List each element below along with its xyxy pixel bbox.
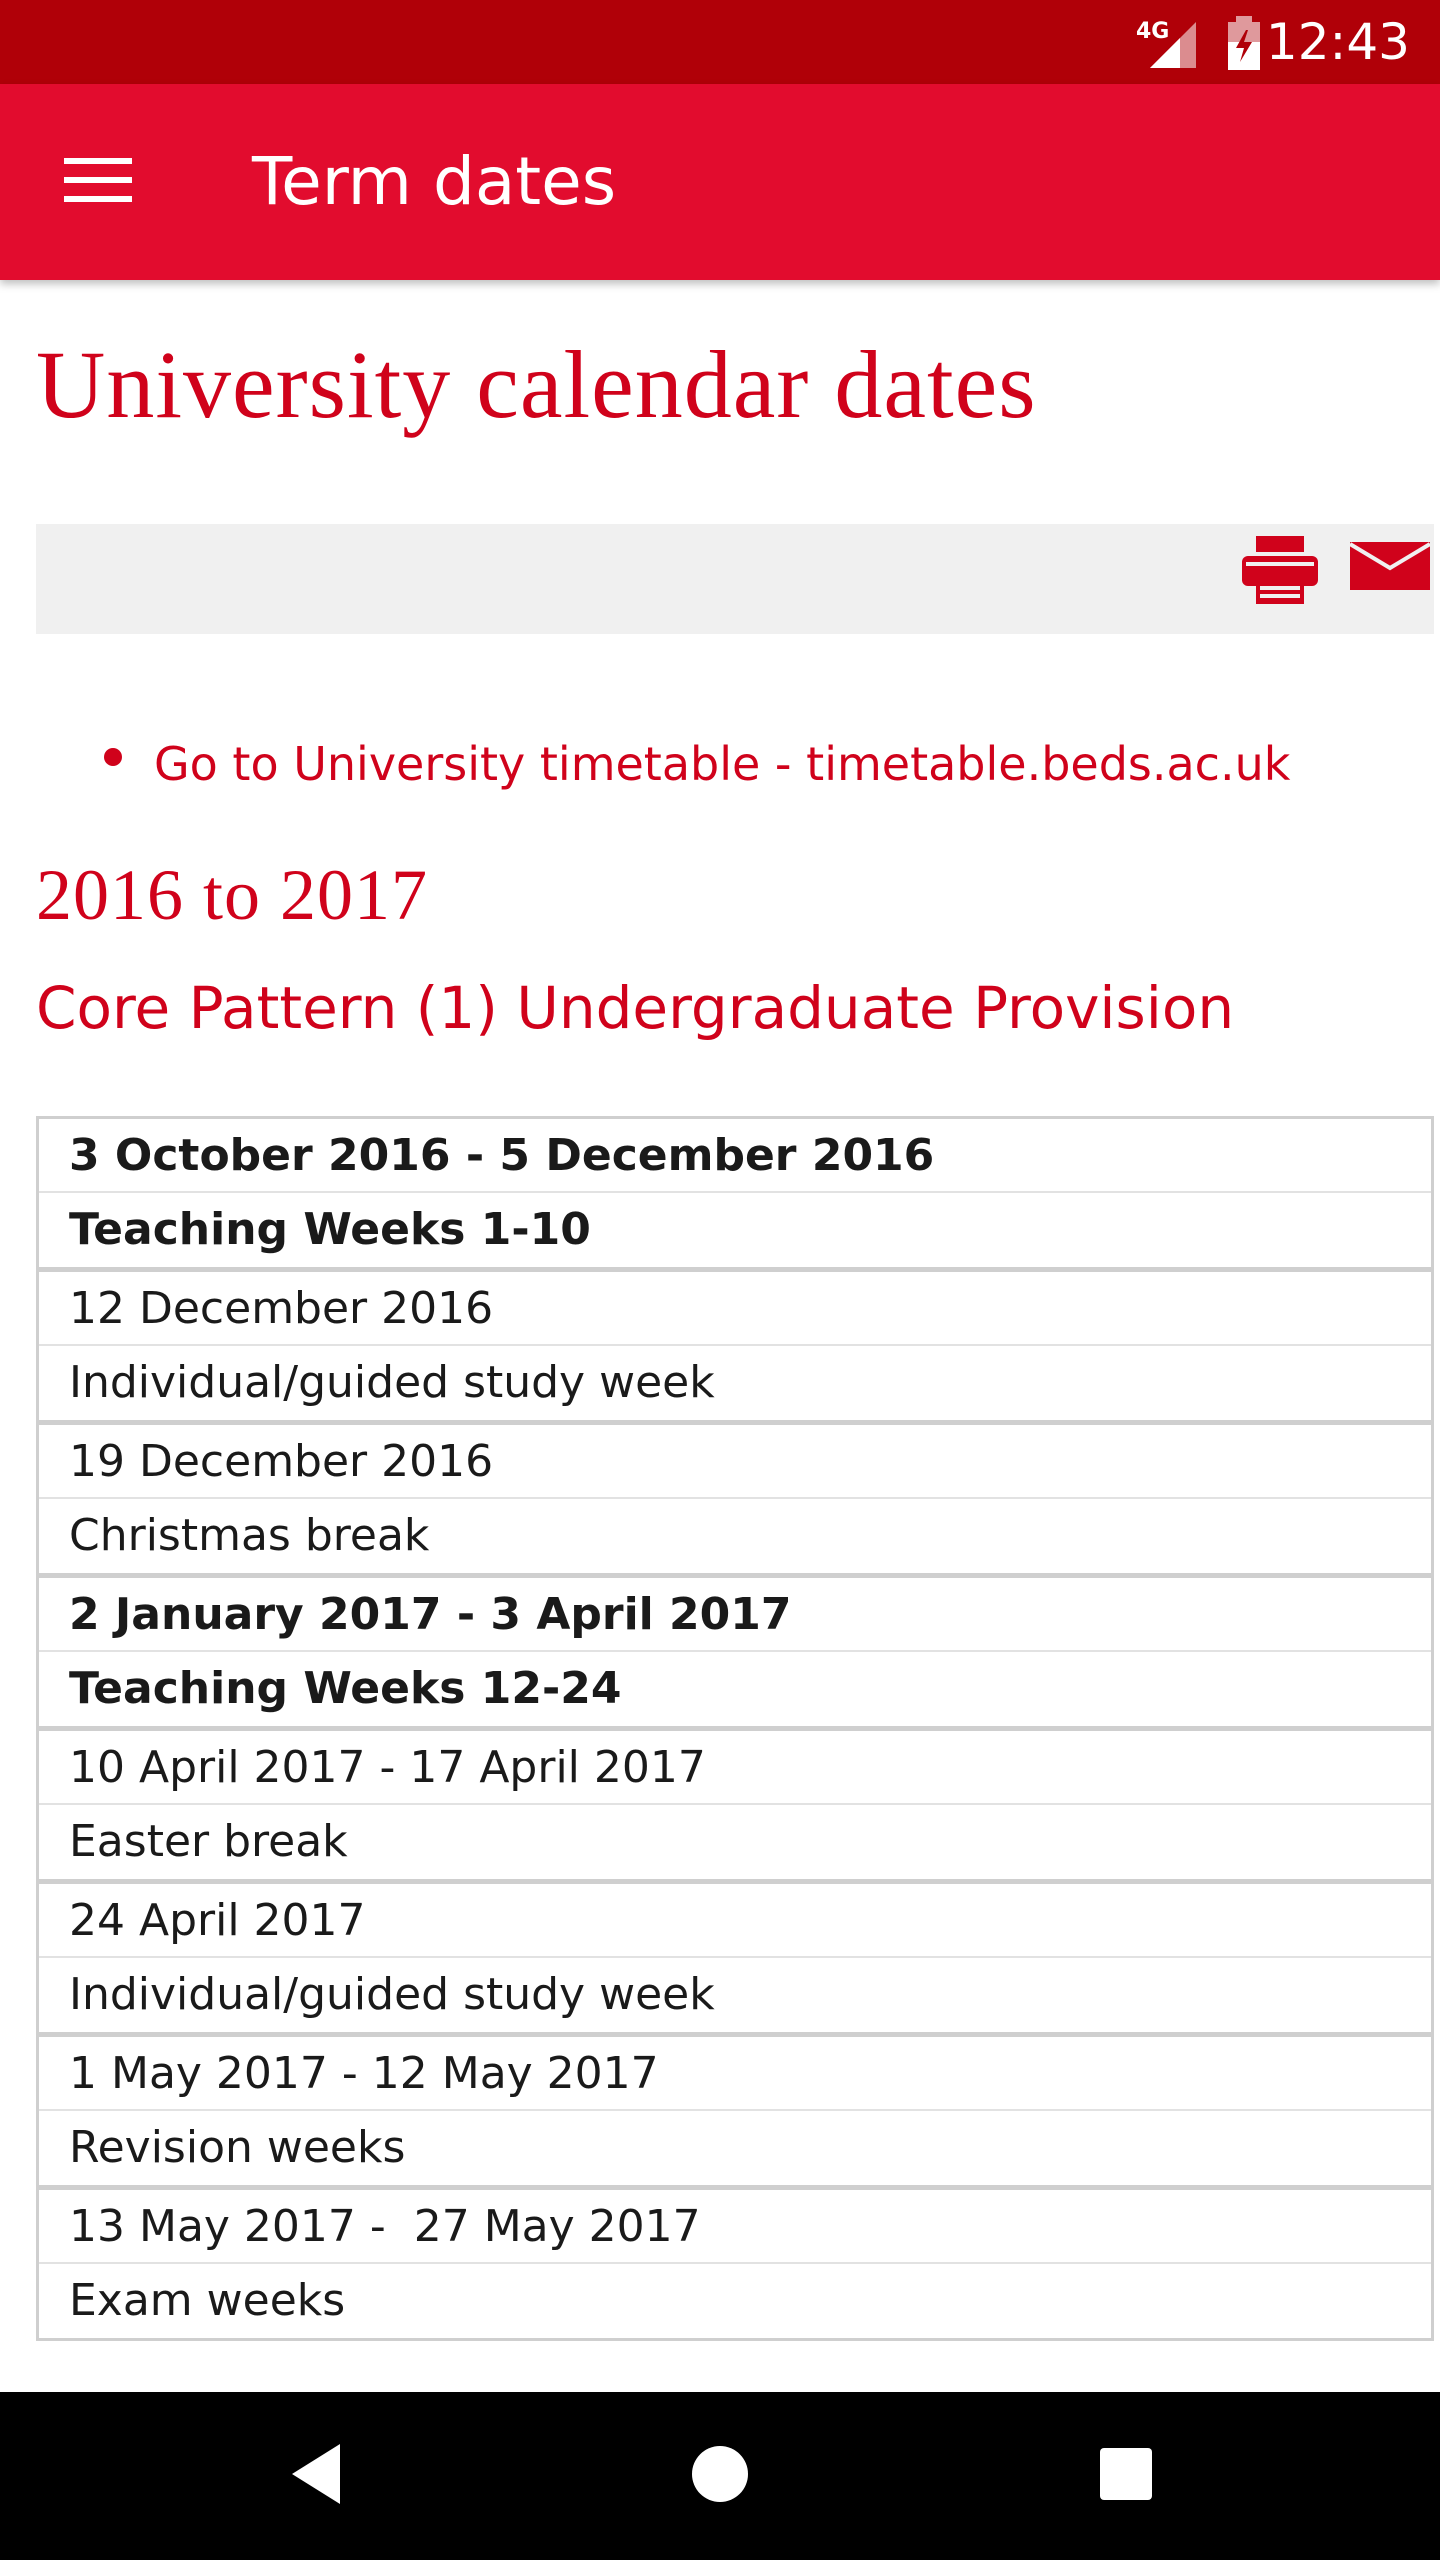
hamburger-menu-icon xyxy=(64,156,132,209)
year-heading: 2016 to 2017 xyxy=(36,855,429,935)
table-cell-description: Christmas break xyxy=(69,1510,430,1561)
home-button[interactable] xyxy=(600,2392,840,2560)
table-row: 2 January 2017 - 3 April 2017 Teaching We… xyxy=(39,1573,1431,1726)
table-cell-date: 12 December 2016 xyxy=(39,1272,1431,1346)
timetable-link[interactable]: Go to University timetable - timetable.b… xyxy=(154,734,1290,794)
section-heading: Core Pattern (1) Undergraduate Provision xyxy=(36,974,1235,1042)
share-toolbar xyxy=(36,524,1434,634)
table-cell-description: Easter break xyxy=(69,1816,348,1867)
table-row: 12 December 2016 Individual/guided study … xyxy=(39,1267,1431,1420)
table-cell-description: Teaching Weeks 1-10 xyxy=(69,1204,591,1255)
table-cell-description: Exam weeks xyxy=(69,2275,346,2326)
cellular-signal-icon: 4G xyxy=(1134,16,1200,77)
menu-button[interactable] xyxy=(40,138,156,226)
app-bar-title: Term dates xyxy=(252,143,617,220)
table-row: 3 October 2016 - 5 December 2016 Teaching… xyxy=(39,1119,1431,1267)
app-bar: Term dates xyxy=(0,84,1440,280)
table-cell-date: 10 April 2017 - 17 April 2017 xyxy=(39,1731,1431,1805)
table-row: 13 May 2017 - 27 May 2017 Exam weeks xyxy=(39,2185,1431,2338)
table-cell-date: 13 May 2017 - 27 May 2017 xyxy=(39,2190,1431,2264)
printer-icon[interactable] xyxy=(1240,532,1320,613)
page-content[interactable]: University calendar dates Go to Universi… xyxy=(0,280,1440,2390)
bullet-icon xyxy=(104,748,122,766)
status-time: 12:43 xyxy=(1265,13,1410,71)
recents-button[interactable] xyxy=(1006,2392,1246,2560)
table-cell-date: 24 April 2017 xyxy=(39,1884,1431,1958)
table-cell-description: Revision weeks xyxy=(69,2122,406,2173)
table-cell-date: 19 December 2016 xyxy=(39,1425,1431,1499)
table-cell-description: Individual/guided study week xyxy=(69,1969,715,2020)
table-row: 10 April 2017 - 17 April 2017 Easter brea… xyxy=(39,1726,1431,1879)
system-nav-bar xyxy=(0,2392,1440,2560)
network-type-label: 4G xyxy=(1136,19,1169,44)
table-cell-description: Individual/guided study week xyxy=(69,1357,715,1408)
back-triangle-icon xyxy=(288,2442,344,2511)
table-row: 19 December 2016 Christmas break xyxy=(39,1420,1431,1573)
battery-icon xyxy=(1226,16,1262,77)
table-cell-date: 1 May 2017 - 12 May 2017 xyxy=(39,2037,1431,2111)
term-dates-table: 3 October 2016 - 5 December 2016 Teaching… xyxy=(36,1116,1434,2341)
page-title: University calendar dates xyxy=(36,331,1037,438)
table-cell-date: 3 October 2016 - 5 December 2016 xyxy=(39,1119,1431,1193)
table-row: 1 May 2017 - 12 May 2017 Revision weeks xyxy=(39,2032,1431,2185)
home-circle-icon xyxy=(690,2444,750,2509)
table-cell-description: Teaching Weeks 12-24 xyxy=(69,1663,622,1714)
envelope-icon[interactable] xyxy=(1348,538,1432,599)
recents-square-icon xyxy=(1098,2446,1154,2507)
status-bar: 4G 12:43 xyxy=(0,0,1440,84)
table-row: 24 April 2017 Individual/guided study wee… xyxy=(39,1879,1431,2032)
back-button[interactable] xyxy=(196,2392,436,2560)
table-cell-date: 2 January 2017 - 3 April 2017 xyxy=(39,1578,1431,1652)
